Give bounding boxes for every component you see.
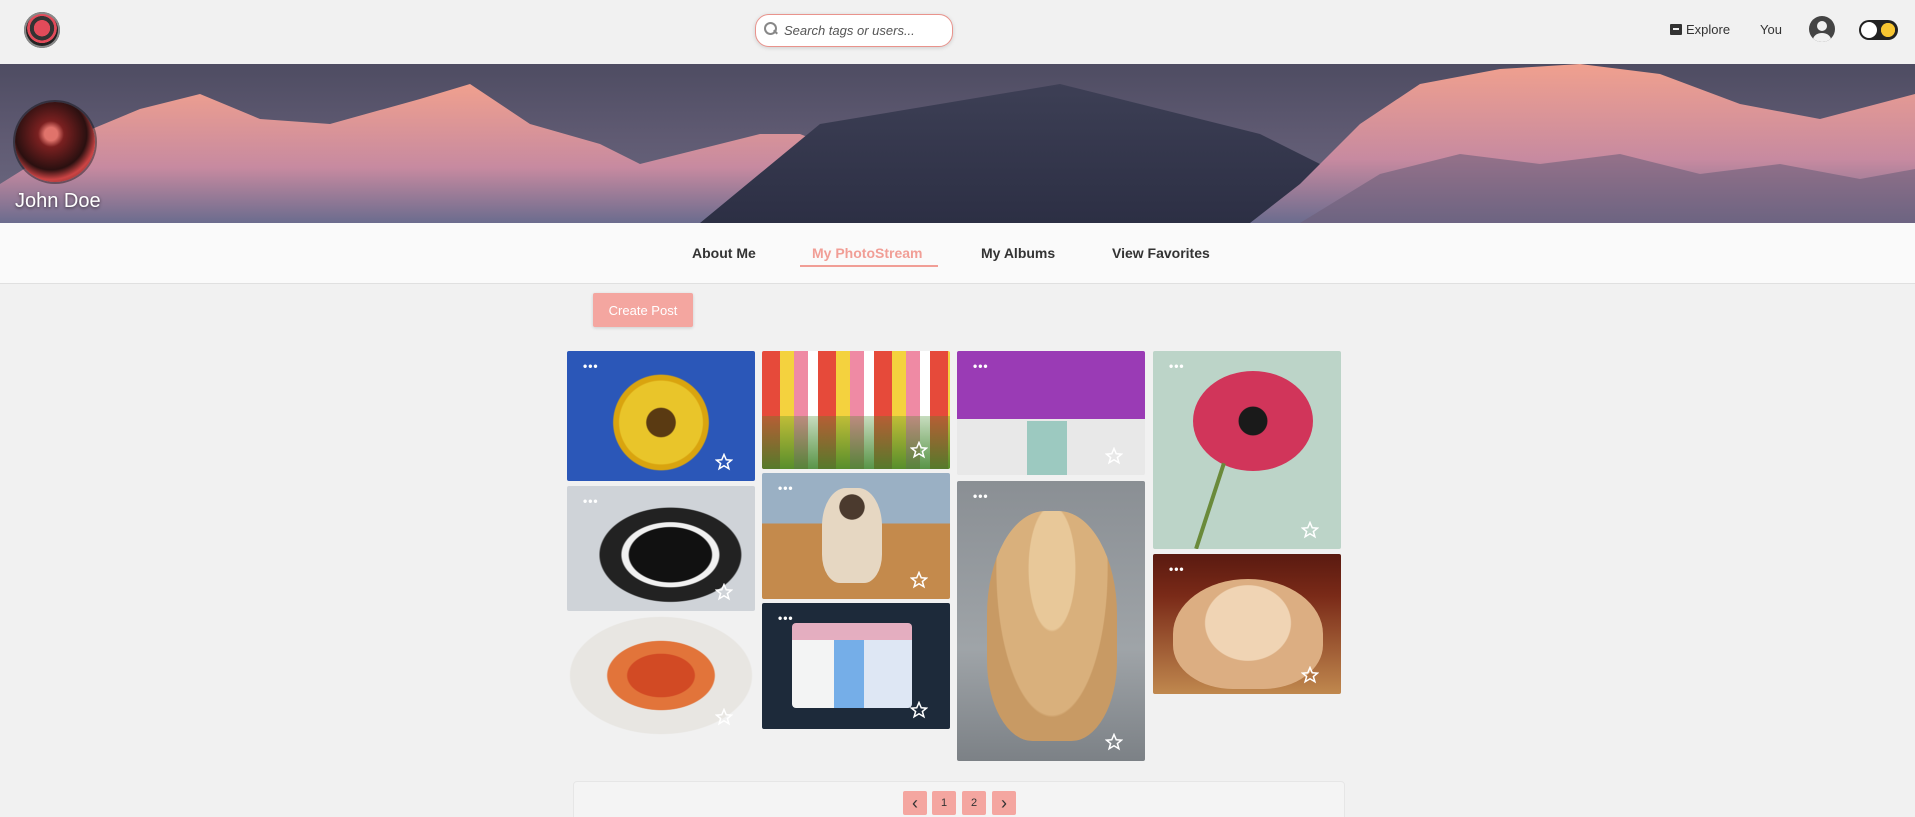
search-icon [764,21,778,36]
account-icon[interactable] [1809,16,1835,42]
explore-icon [1670,24,1682,35]
photo-menu-icon[interactable]: ••• [583,359,599,373]
photo-tulips[interactable] [762,351,950,469]
photo-menu-icon[interactable]: ••• [583,494,599,508]
profile-name: John Doe [15,190,101,212]
photo-menu-icon[interactable]: ••• [973,489,989,503]
theme-toggle[interactable] [1859,20,1898,40]
photo-tuxedo-cat[interactable]: ••• [567,486,755,611]
nav-you-link[interactable]: You [1760,22,1782,37]
photo-menu-icon[interactable]: ••• [973,359,989,373]
toggle-knob [1861,22,1877,38]
photo-purple-flowers[interactable]: ••• [957,351,1145,475]
top-bar: Explore You [0,0,1915,64]
photo-menu-icon[interactable]: ••• [778,481,794,495]
pagination-panel [573,781,1345,817]
photo-anemone[interactable]: ••• [1153,351,1341,549]
app-logo-icon[interactable] [24,12,60,48]
favorite-star-icon[interactable] [910,441,928,459]
favorite-star-icon[interactable] [715,583,733,601]
tab-my-albums[interactable]: My Albums [981,245,1055,261]
pagination-prev-button[interactable]: ‹ [903,791,927,815]
explore-label: Explore [1686,22,1731,37]
photo-menu-icon[interactable]: ••• [1169,562,1185,576]
search-input[interactable] [784,23,934,38]
mountain-banner-image [0,64,1915,223]
photo-golden-cat[interactable]: ••• [957,481,1145,761]
photo-menu-icon[interactable]: ••• [1169,359,1185,373]
sun-icon [1881,23,1895,37]
favorite-star-icon[interactable] [1105,447,1123,465]
photo-siamese-cat[interactable]: ••• [762,473,950,599]
profile-avatar[interactable] [15,102,95,182]
tab-my-photostream[interactable]: My PhotoStream [812,245,922,261]
photo-menu-icon[interactable]: ••• [778,611,794,625]
tab-about-me[interactable]: About Me [692,245,756,261]
pagination-page-1[interactable]: 1 [932,791,956,815]
photo-sunflower[interactable]: ••• [567,351,755,481]
photo-persian-cat[interactable]: ••• [1153,554,1341,694]
tab-view-favorites[interactable]: View Favorites [1112,245,1210,261]
favorite-star-icon[interactable] [1301,521,1319,539]
favorite-star-icon[interactable] [910,571,928,589]
profile-tabs: About Me My PhotoStream My Albums View F… [0,223,1915,284]
active-tab-indicator [800,265,938,267]
favorite-star-icon[interactable] [910,701,928,719]
create-post-button[interactable]: Create Post [593,293,693,327]
profile-banner [0,64,1915,223]
photo-dashboard-illustration[interactable]: ••• [762,603,950,729]
nav-explore-link[interactable]: Explore [1670,22,1730,37]
pagination-page-2[interactable]: 2 [962,791,986,815]
favorite-star-icon[interactable] [1105,733,1123,751]
favorite-star-icon[interactable] [1301,666,1319,684]
favorite-star-icon[interactable] [715,708,733,726]
pagination-next-button[interactable]: › [992,791,1016,815]
search-box[interactable] [755,14,953,47]
favorite-star-icon[interactable] [715,453,733,471]
photo-spaghetti[interactable] [567,615,755,736]
